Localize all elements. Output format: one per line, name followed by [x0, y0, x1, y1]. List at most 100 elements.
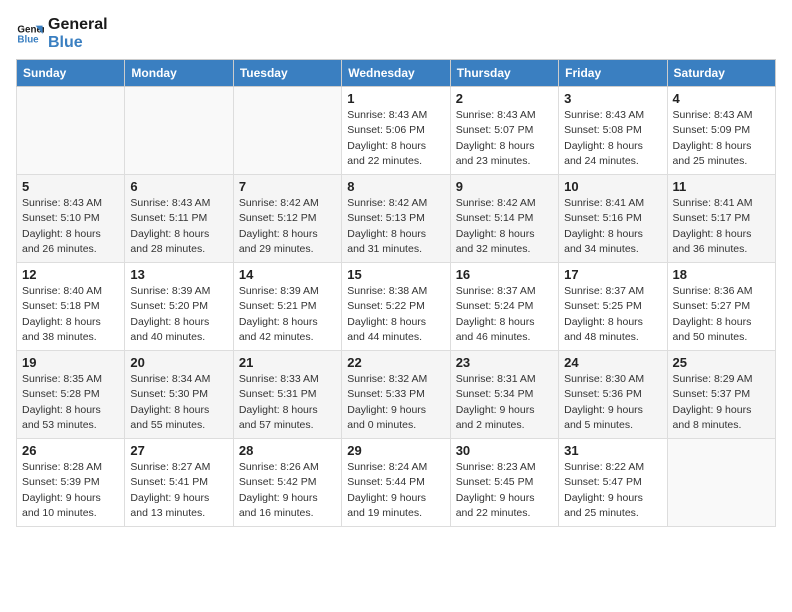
weekday-header-tuesday: Tuesday [233, 60, 341, 87]
day-info: Sunrise: 8:40 AM Sunset: 5:18 PM Dayligh… [22, 284, 119, 345]
day-info: Sunrise: 8:22 AM Sunset: 5:47 PM Dayligh… [564, 460, 661, 521]
weekday-header-monday: Monday [125, 60, 233, 87]
day-info: Sunrise: 8:37 AM Sunset: 5:25 PM Dayligh… [564, 284, 661, 345]
day-info: Sunrise: 8:26 AM Sunset: 5:42 PM Dayligh… [239, 460, 336, 521]
day-cell: 22 Sunrise: 8:32 AM Sunset: 5:33 PM Dayli… [342, 351, 450, 439]
day-number: 7 [239, 179, 336, 194]
day-info: Sunrise: 8:39 AM Sunset: 5:20 PM Dayligh… [130, 284, 227, 345]
day-number: 12 [22, 267, 119, 282]
day-number: 5 [22, 179, 119, 194]
day-number: 23 [456, 355, 553, 370]
day-cell: 27 Sunrise: 8:27 AM Sunset: 5:41 PM Dayli… [125, 439, 233, 527]
weekday-header-thursday: Thursday [450, 60, 558, 87]
day-info: Sunrise: 8:33 AM Sunset: 5:31 PM Dayligh… [239, 372, 336, 433]
day-number: 13 [130, 267, 227, 282]
day-cell: 5Sunrise: 8:43 AM Sunset: 5:10 PM Daylig… [17, 175, 125, 263]
day-cell: 21 Sunrise: 8:33 AM Sunset: 5:31 PM Dayli… [233, 351, 341, 439]
day-info: Sunrise: 8:43 AM Sunset: 5:08 PM Dayligh… [564, 108, 661, 169]
day-cell: 10 Sunrise: 8:41 AM Sunset: 5:16 PM Dayli… [559, 175, 667, 263]
day-info: Sunrise: 8:35 AM Sunset: 5:28 PM Dayligh… [22, 372, 119, 433]
day-cell: 25Sunrise: 8:29 AM Sunset: 5:37 PM Dayli… [667, 351, 775, 439]
calendar: SundayMondayTuesdayWednesdayThursdayFrid… [16, 59, 776, 527]
day-cell: 11 Sunrise: 8:41 AM Sunset: 5:17 PM Dayli… [667, 175, 775, 263]
day-cell: 2Sunrise: 8:43 AM Sunset: 5:07 PM Daylig… [450, 87, 558, 175]
day-number: 20 [130, 355, 227, 370]
day-cell: 12 Sunrise: 8:40 AM Sunset: 5:18 PM Dayli… [17, 263, 125, 351]
day-cell: 19 Sunrise: 8:35 AM Sunset: 5:28 PM Dayli… [17, 351, 125, 439]
day-number: 3 [564, 91, 661, 106]
day-number: 24 [564, 355, 661, 370]
day-cell: 28 Sunrise: 8:26 AM Sunset: 5:42 PM Dayli… [233, 439, 341, 527]
day-info: Sunrise: 8:37 AM Sunset: 5:24 PM Dayligh… [456, 284, 553, 345]
day-number: 30 [456, 443, 553, 458]
day-info: Sunrise: 8:43 AM Sunset: 5:09 PM Dayligh… [673, 108, 770, 169]
day-cell: 15 Sunrise: 8:38 AM Sunset: 5:22 PM Dayli… [342, 263, 450, 351]
day-number: 8 [347, 179, 444, 194]
day-number: 16 [456, 267, 553, 282]
day-info: Sunrise: 8:43 AM Sunset: 5:06 PM Dayligh… [347, 108, 444, 169]
logo: General Blue General Blue [16, 16, 108, 51]
day-cell: 30 Sunrise: 8:23 AM Sunset: 5:45 PM Dayli… [450, 439, 558, 527]
day-cell: 9Sunrise: 8:42 AM Sunset: 5:14 PM Daylig… [450, 175, 558, 263]
weekday-header-friday: Friday [559, 60, 667, 87]
day-number: 19 [22, 355, 119, 370]
day-cell: 16 Sunrise: 8:37 AM Sunset: 5:24 PM Dayli… [450, 263, 558, 351]
day-cell: 14 Sunrise: 8:39 AM Sunset: 5:21 PM Dayli… [233, 263, 341, 351]
weekday-header-wednesday: Wednesday [342, 60, 450, 87]
day-info: Sunrise: 8:34 AM Sunset: 5:30 PM Dayligh… [130, 372, 227, 433]
day-info: Sunrise: 8:29 AM Sunset: 5:37 PM Dayligh… [673, 372, 770, 433]
weekday-header-sunday: Sunday [17, 60, 125, 87]
week-row-3: 12 Sunrise: 8:40 AM Sunset: 5:18 PM Dayli… [17, 263, 776, 351]
day-cell: 18 Sunrise: 8:36 AM Sunset: 5:27 PM Dayli… [667, 263, 775, 351]
day-info: Sunrise: 8:36 AM Sunset: 5:27 PM Dayligh… [673, 284, 770, 345]
day-info: Sunrise: 8:41 AM Sunset: 5:16 PM Dayligh… [564, 196, 661, 257]
weekday-header-row: SundayMondayTuesdayWednesdayThursdayFrid… [17, 60, 776, 87]
week-row-4: 19 Sunrise: 8:35 AM Sunset: 5:28 PM Dayli… [17, 351, 776, 439]
day-info: Sunrise: 8:43 AM Sunset: 5:11 PM Dayligh… [130, 196, 227, 257]
day-cell: 26 Sunrise: 8:28 AM Sunset: 5:39 PM Dayli… [17, 439, 125, 527]
day-number: 6 [130, 179, 227, 194]
day-info: Sunrise: 8:24 AM Sunset: 5:44 PM Dayligh… [347, 460, 444, 521]
svg-text:Blue: Blue [17, 34, 39, 45]
day-info: Sunrise: 8:39 AM Sunset: 5:21 PM Dayligh… [239, 284, 336, 345]
day-cell: 8 Sunrise: 8:42 AM Sunset: 5:13 PM Daylig… [342, 175, 450, 263]
day-cell: 20 Sunrise: 8:34 AM Sunset: 5:30 PM Dayli… [125, 351, 233, 439]
day-number: 27 [130, 443, 227, 458]
day-cell: 23Sunrise: 8:31 AM Sunset: 5:34 PM Dayli… [450, 351, 558, 439]
day-number: 28 [239, 443, 336, 458]
day-cell: 29 Sunrise: 8:24 AM Sunset: 5:44 PM Dayli… [342, 439, 450, 527]
day-number: 15 [347, 267, 444, 282]
day-number: 11 [673, 179, 770, 194]
day-cell [667, 439, 775, 527]
day-info: Sunrise: 8:32 AM Sunset: 5:33 PM Dayligh… [347, 372, 444, 433]
week-row-5: 26 Sunrise: 8:28 AM Sunset: 5:39 PM Dayli… [17, 439, 776, 527]
day-cell: 7Sunrise: 8:42 AM Sunset: 5:12 PM Daylig… [233, 175, 341, 263]
day-number: 4 [673, 91, 770, 106]
day-number: 14 [239, 267, 336, 282]
day-number: 22 [347, 355, 444, 370]
day-info: Sunrise: 8:38 AM Sunset: 5:22 PM Dayligh… [347, 284, 444, 345]
day-info: Sunrise: 8:42 AM Sunset: 5:13 PM Dayligh… [347, 196, 444, 257]
day-info: Sunrise: 8:30 AM Sunset: 5:36 PM Dayligh… [564, 372, 661, 433]
day-number: 1 [347, 91, 444, 106]
day-number: 2 [456, 91, 553, 106]
day-number: 29 [347, 443, 444, 458]
day-cell: 6 Sunrise: 8:43 AM Sunset: 5:11 PM Daylig… [125, 175, 233, 263]
day-info: Sunrise: 8:27 AM Sunset: 5:41 PM Dayligh… [130, 460, 227, 521]
page-header: General Blue General Blue [16, 16, 776, 51]
day-info: Sunrise: 8:23 AM Sunset: 5:45 PM Dayligh… [456, 460, 553, 521]
day-number: 31 [564, 443, 661, 458]
logo-icon: General Blue [16, 20, 44, 48]
day-number: 21 [239, 355, 336, 370]
day-cell [17, 87, 125, 175]
day-number: 26 [22, 443, 119, 458]
day-cell [233, 87, 341, 175]
day-info: Sunrise: 8:28 AM Sunset: 5:39 PM Dayligh… [22, 460, 119, 521]
day-info: Sunrise: 8:41 AM Sunset: 5:17 PM Dayligh… [673, 196, 770, 257]
day-number: 17 [564, 267, 661, 282]
day-number: 18 [673, 267, 770, 282]
day-info: Sunrise: 8:42 AM Sunset: 5:14 PM Dayligh… [456, 196, 553, 257]
day-cell [125, 87, 233, 175]
day-number: 10 [564, 179, 661, 194]
day-cell: 24 Sunrise: 8:30 AM Sunset: 5:36 PM Dayli… [559, 351, 667, 439]
